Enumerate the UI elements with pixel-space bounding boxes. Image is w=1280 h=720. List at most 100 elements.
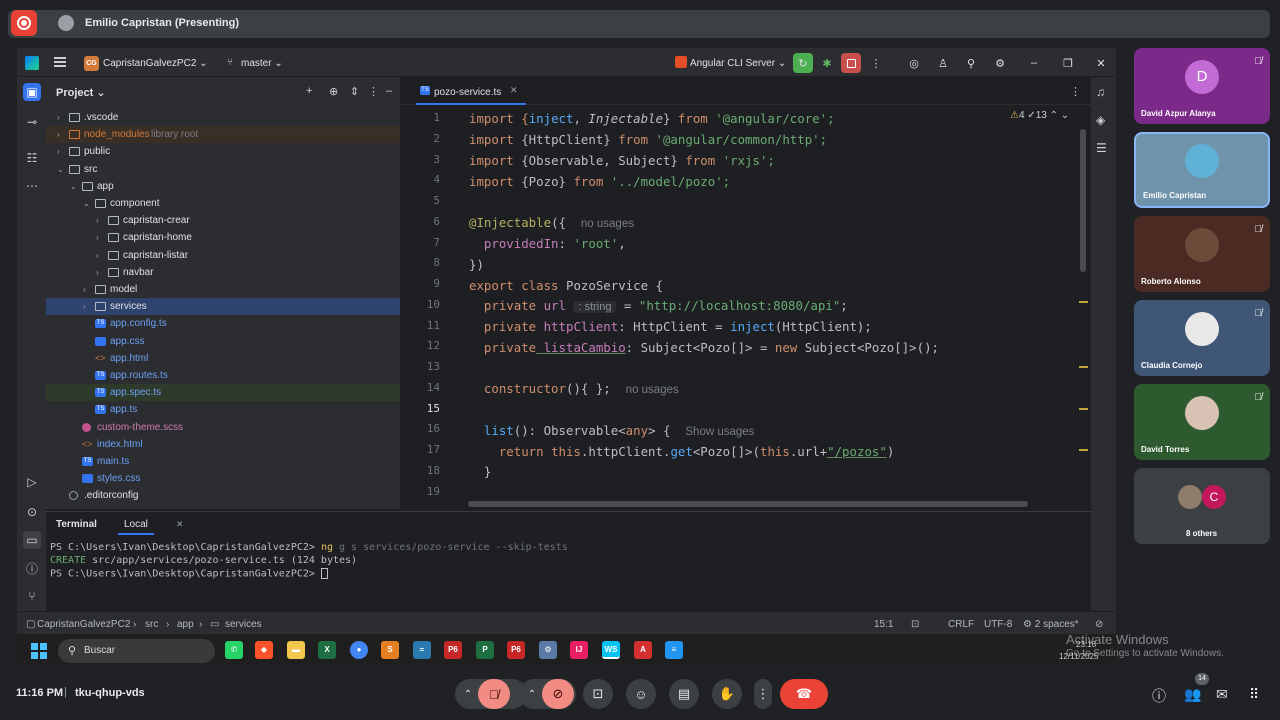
- add-icon[interactable]: +: [306, 85, 312, 97]
- tree-item[interactable]: <> app.html: [46, 350, 400, 367]
- change-marker[interactable]: [1079, 301, 1088, 303]
- change-marker[interactable]: [1079, 449, 1088, 451]
- chevron-right-icon[interactable]: ›: [96, 212, 106, 229]
- windows-start-icon[interactable]: [31, 643, 47, 659]
- recording-icon[interactable]: [11, 10, 37, 36]
- project-switcher[interactable]: CapristanGalvezPC2 ⌄: [103, 58, 208, 69]
- tree-item[interactable]: ⌄ src: [46, 161, 400, 178]
- webstorm-icon[interactable]: WS: [602, 641, 620, 659]
- chevron-right-icon[interactable]: ›: [83, 298, 93, 315]
- services-tool-icon[interactable]: ⊙: [23, 503, 41, 521]
- run-tool-icon[interactable]: ▷: [23, 473, 41, 491]
- minimize-button[interactable]: –: [1024, 53, 1044, 73]
- breadcrumb-services[interactable]: services: [225, 619, 262, 630]
- tree-item[interactable]: › capristan-listar: [46, 247, 400, 264]
- caret-position[interactable]: 15:1: [874, 619, 893, 630]
- rerun-button[interactable]: ↻: [793, 53, 813, 73]
- tree-item[interactable]: TS app.routes.ts: [46, 367, 400, 384]
- more-tools-icon[interactable]: ⋯: [23, 177, 41, 195]
- project-panel-title[interactable]: Project ⌄: [56, 86, 106, 99]
- more-options-button[interactable]: ⋮: [754, 679, 772, 709]
- chevron-down-icon[interactable]: ⌄: [1061, 110, 1069, 121]
- app-icon[interactable]: ⚙: [539, 641, 557, 659]
- participant-tile[interactable]: C 8 others: [1134, 468, 1270, 544]
- project-icon[interactable]: P: [476, 641, 494, 659]
- reactions-button[interactable]: ☺: [626, 679, 656, 709]
- chevron-right-icon[interactable]: ›: [83, 281, 93, 298]
- participant-tile[interactable]: Emilio Capristan: [1134, 132, 1270, 208]
- people-icon[interactable]: 👥: [1184, 686, 1201, 703]
- notepad-icon[interactable]: ≡: [665, 641, 683, 659]
- whatsapp-icon[interactable]: ✆: [225, 641, 243, 659]
- usage-hint[interactable]: no usages: [581, 218, 634, 230]
- breadcrumb-project[interactable]: CapristanGalvezPC2: [37, 619, 130, 630]
- breadcrumb-app[interactable]: app: [177, 619, 194, 630]
- tree-item[interactable]: › navbar: [46, 264, 400, 281]
- tree-item[interactable]: <> index.html: [46, 436, 400, 453]
- packet-tracer-icon[interactable]: P6: [507, 641, 525, 659]
- tree-item[interactable]: › services: [46, 298, 400, 316]
- notifications-icon[interactable]: ♫: [1096, 85, 1105, 99]
- restore-button[interactable]: ❐: [1058, 53, 1078, 73]
- chevron-right-icon[interactable]: ›: [57, 143, 67, 160]
- tree-item[interactable]: TS app.config.ts: [46, 315, 400, 332]
- file-encoding[interactable]: UTF-8: [984, 619, 1012, 630]
- tree-item[interactable]: app.css: [46, 333, 400, 350]
- tree-item[interactable]: › .vscode: [46, 109, 400, 126]
- chevron-right-icon[interactable]: ›: [96, 264, 106, 281]
- leave-call-button[interactable]: ☎: [780, 679, 828, 709]
- tree-item[interactable]: › capristan-crear: [46, 212, 400, 229]
- structure-tool-icon[interactable]: ☷: [23, 149, 41, 167]
- change-marker[interactable]: [1079, 408, 1088, 410]
- tree-item[interactable]: › node_modules library root: [46, 126, 400, 144]
- ai-chat-icon[interactable]: ◈: [1096, 113, 1105, 127]
- packet-tracer-icon[interactable]: P6: [444, 641, 462, 659]
- tree-item[interactable]: › public: [46, 143, 400, 160]
- inspection-widget[interactable]: ⚠4 ✓13 ⌃ ⌄: [1010, 110, 1069, 121]
- git-tool-icon[interactable]: ⑂: [23, 587, 41, 605]
- settings-button[interactable]: ⚙: [990, 53, 1010, 73]
- more-actions-button[interactable]: ⋮: [866, 53, 886, 73]
- participant-tile[interactable]: 🎙̸ David Torres: [1134, 384, 1270, 460]
- breadcrumb-src[interactable]: src: [145, 619, 158, 630]
- app-icon[interactable]: ≈: [413, 641, 431, 659]
- project-tool-icon[interactable]: ▣: [23, 83, 41, 101]
- captions-button[interactable]: ▤: [669, 679, 699, 709]
- change-marker[interactable]: [1079, 366, 1088, 368]
- present-button[interactable]: ⊡: [583, 679, 613, 709]
- stop-button[interactable]: [841, 53, 861, 73]
- tree-item[interactable]: › capristan-home: [46, 229, 400, 246]
- chevron-right-icon[interactable]: ›: [57, 109, 67, 126]
- usage-hint[interactable]: Show usages: [685, 426, 754, 438]
- search-everywhere-button[interactable]: ⚲: [961, 53, 981, 73]
- tree-item[interactable]: styles.css: [46, 470, 400, 487]
- chevron-down-icon[interactable]: ⌄: [83, 195, 93, 212]
- lock-icon[interactable]: ⊡: [911, 619, 919, 630]
- close-tab-icon[interactable]: ✕: [176, 519, 184, 530]
- terminal-panel[interactable]: Terminal Local ✕ PS C:\Users\Ivan\Deskto…: [46, 511, 1091, 611]
- raise-hand-button[interactable]: ✋: [712, 679, 742, 709]
- chevron-up-icon[interactable]: ⌃: [1050, 110, 1058, 121]
- main-menu-icon[interactable]: [54, 57, 66, 67]
- excel-icon[interactable]: X: [318, 641, 336, 659]
- ai-assistant-button[interactable]: ◎: [904, 53, 924, 73]
- code-with-me-button[interactable]: ♙: [933, 53, 953, 73]
- line-separator[interactable]: CRLF: [948, 619, 974, 630]
- database-icon[interactable]: ☰: [1096, 141, 1107, 155]
- terminal-tool-icon[interactable]: ▭: [23, 531, 41, 549]
- brave-icon[interactable]: ◆: [255, 641, 273, 659]
- more-vertical-icon[interactable]: ⋮: [1070, 85, 1081, 98]
- mic-toggle-button[interactable]: 🎙̸: [478, 679, 510, 709]
- tree-item[interactable]: custom-theme.scss: [46, 419, 400, 436]
- usage-hint[interactable]: no usages: [626, 384, 679, 396]
- debug-button[interactable]: ✱: [817, 53, 837, 73]
- locate-icon[interactable]: ⊕: [329, 85, 338, 98]
- camera-toggle-button[interactable]: ⊘: [542, 679, 574, 709]
- indent-settings[interactable]: ⚙ 2 spaces*: [1023, 619, 1079, 630]
- read-only-icon[interactable]: ⊘: [1095, 619, 1103, 630]
- editor-horizontal-scrollbar[interactable]: [468, 501, 1028, 507]
- chat-icon[interactable]: ✉: [1216, 686, 1228, 703]
- chevron-down-icon[interactable]: ⌄: [57, 161, 67, 178]
- editor-vertical-scrollbar[interactable]: [1080, 129, 1086, 272]
- hide-panel-icon[interactable]: –: [386, 85, 392, 97]
